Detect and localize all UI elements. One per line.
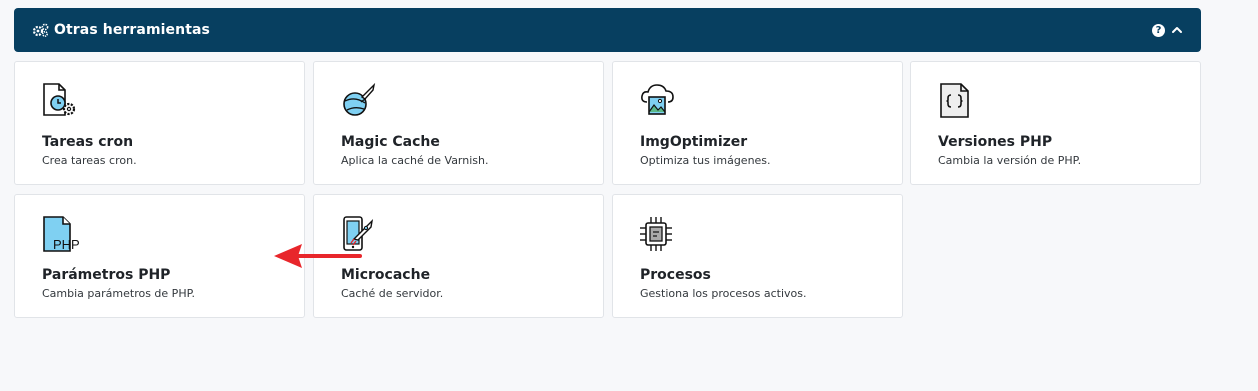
php-file-icon: PHP	[41, 215, 80, 253]
tool-description: Optimiza tus imágenes.	[640, 154, 771, 167]
tool-card-parametros-php[interactable]: PHP Parámetros PHP Cambia parámetros de …	[14, 194, 305, 318]
tool-card-tareas-cron[interactable]: Tareas cron Crea tareas cron.	[14, 61, 305, 185]
tool-description: Caché de servidor.	[341, 287, 444, 300]
tool-card-procesos[interactable]: Procesos Gestiona los procesos activos.	[612, 194, 903, 318]
section-title: Otras herramientas	[54, 22, 210, 38]
tool-name: Versiones PHP	[938, 134, 1053, 150]
tool-name: Tareas cron	[42, 134, 134, 150]
tool-description: Cambia parámetros de PHP.	[42, 287, 196, 300]
section-header[interactable]: Otras herramientas ?	[14, 8, 1201, 52]
help-icon[interactable]: ?	[1152, 23, 1165, 37]
tool-card-imgoptimizer[interactable]: ImgOptimizer Optimiza tus imágenes.	[612, 61, 903, 185]
code-file-icon	[937, 82, 975, 120]
tool-name: ImgOptimizer	[640, 134, 748, 150]
tool-card-versiones-php[interactable]: Versiones PHP Cambia la versión de PHP.	[910, 61, 1201, 185]
cloud-image-icon	[639, 82, 677, 120]
clock-file-gear-icon	[41, 82, 79, 120]
tool-name: Magic Cache	[341, 134, 440, 150]
gears-icon	[32, 23, 50, 37]
tool-card-magic-cache[interactable]: Magic Cache Aplica la caché de Varnish.	[313, 61, 604, 185]
red-arrow-icon	[272, 240, 362, 272]
tool-name: Parámetros PHP	[42, 267, 171, 283]
chevron-up-icon[interactable]	[1171, 24, 1183, 36]
planet-rocket-icon	[340, 82, 378, 120]
tool-description: Gestiona los procesos activos.	[640, 287, 807, 300]
tool-description: Aplica la caché de Varnish.	[341, 154, 489, 167]
cpu-chip-icon	[639, 215, 677, 253]
php-icon-text: PHP	[53, 237, 79, 252]
tool-name: Procesos	[640, 267, 711, 283]
tool-description: Crea tareas cron.	[42, 154, 137, 167]
tool-description: Cambia la versión de PHP.	[938, 154, 1082, 167]
